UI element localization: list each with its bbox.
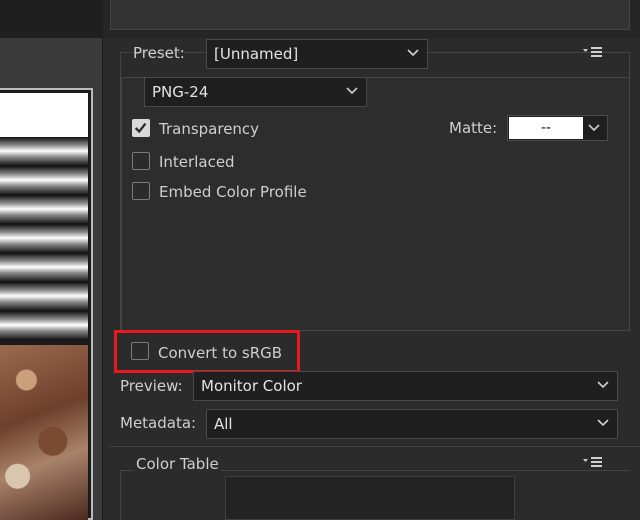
preview-label: Preview: <box>120 377 183 395</box>
canvas-tab-bar <box>0 0 103 38</box>
color-table-title: Color Table <box>134 455 221 473</box>
metadata-dropdown[interactable]: All <box>206 409 618 439</box>
file-format-value: PNG-24 <box>152 83 209 101</box>
metadata-label: Metadata: <box>120 414 197 432</box>
preset-label: Preset: <box>133 44 185 62</box>
transparency-checkbox[interactable] <box>132 119 150 137</box>
image-preview-photo <box>0 345 88 520</box>
chevron-down-icon[interactable] <box>588 124 600 132</box>
top-panel-area <box>110 0 630 30</box>
matte-value: -- <box>509 117 583 139</box>
preview-dropdown[interactable]: Monitor Color <box>193 371 618 401</box>
panel-menu-icon[interactable] <box>583 457 603 469</box>
chevron-down-icon <box>597 419 609 427</box>
embed-color-profile-label: Embed Color Profile <box>159 183 307 201</box>
section-divider <box>110 446 640 447</box>
chevron-down-icon <box>407 49 419 57</box>
preset-dropdown[interactable]: [Unnamed] <box>206 39 428 69</box>
preset-value: [Unnamed] <box>214 45 299 63</box>
chevron-down-icon <box>597 381 609 389</box>
chevron-down-icon <box>346 87 358 95</box>
convert-srgb-checkbox[interactable] <box>131 342 149 360</box>
interlaced-label: Interlaced <box>159 153 235 171</box>
checkmark-icon <box>134 122 147 134</box>
image-preview-gradient-stripes <box>0 137 88 340</box>
matte-label: Matte: <box>449 119 498 137</box>
matte-control[interactable]: -- <box>507 115 608 141</box>
file-format-dropdown[interactable]: PNG-24 <box>144 77 367 107</box>
interlaced-checkbox[interactable] <box>132 152 150 170</box>
convert-srgb-label: Convert to sRGB <box>158 344 283 362</box>
metadata-value: All <box>214 415 233 433</box>
color-table-swatches <box>225 476 515 520</box>
transparency-label: Transparency <box>159 120 260 138</box>
image-preview-white-region <box>0 93 88 137</box>
embed-color-profile-checkbox[interactable] <box>132 182 150 200</box>
panel-menu-icon[interactable] <box>583 47 603 59</box>
preview-value: Monitor Color <box>201 377 302 395</box>
